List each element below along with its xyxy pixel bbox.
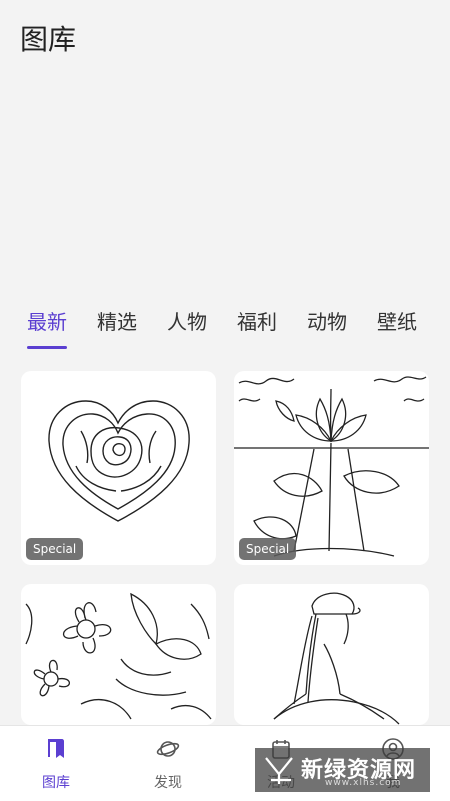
tab-latest[interactable]: 最新	[27, 306, 67, 335]
special-badge: Special	[239, 538, 297, 560]
coloring-card-heart-rose[interactable]: Special	[21, 371, 216, 565]
flowers-butterfly-line-art	[25, 592, 212, 720]
heart-rose-line-art	[48, 400, 190, 522]
tab-animals[interactable]: 动物	[307, 306, 347, 335]
nav-gallery-label: 图库	[42, 775, 70, 791]
nav-discover-label: 发现	[154, 775, 182, 791]
tab-people[interactable]: 人物	[167, 306, 207, 335]
planet-icon	[156, 737, 180, 761]
site-watermark: 新绿资源网 www.xlhs.com	[255, 748, 430, 792]
watermark-logo-icon	[263, 754, 299, 786]
page-title: 图库	[20, 23, 77, 56]
tab-welfare[interactable]: 福利	[237, 306, 277, 335]
gallery-icon	[44, 737, 68, 761]
special-badge: Special	[26, 538, 84, 560]
tab-wallpapers[interactable]: 壁纸	[377, 306, 417, 335]
watermark-url: www.xlhs.com	[325, 778, 402, 788]
lotus-line-art	[234, 376, 429, 557]
tab-featured[interactable]: 精选	[97, 306, 137, 335]
active-tab-indicator	[27, 346, 67, 349]
girl-with-cap-line-art	[273, 592, 400, 725]
nav-gallery[interactable]: 图库	[11, 726, 101, 801]
coloring-card-flowers-butterfly[interactable]	[21, 584, 216, 725]
nav-discover[interactable]: 发现	[123, 726, 213, 801]
category-tabs: 最新 精选 人物 福利 动物 壁纸	[0, 300, 450, 356]
coloring-card-girl-with-cap[interactable]	[234, 584, 429, 725]
coloring-card-lotus[interactable]: Special	[234, 371, 429, 565]
